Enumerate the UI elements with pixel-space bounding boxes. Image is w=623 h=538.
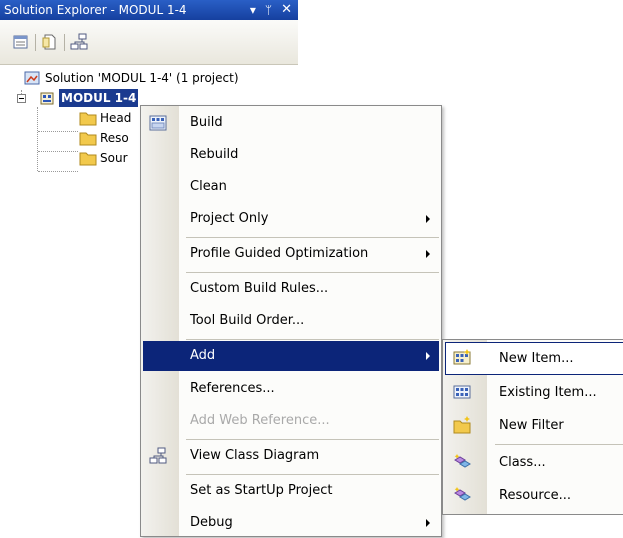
menu-item-label: Add Web Reference... bbox=[190, 413, 330, 428]
menu-item-label: Tool Build Order... bbox=[190, 313, 305, 328]
tree-line bbox=[38, 151, 78, 152]
menu-item-label: Custom Build Rules... bbox=[190, 281, 329, 296]
menu-separator bbox=[186, 474, 439, 475]
menu-item-tool-build-order[interactable]: Tool Build Order... bbox=[143, 306, 439, 336]
toolbar-separator bbox=[64, 34, 65, 51]
folder-icon bbox=[79, 150, 97, 166]
menu-item-custom-build-rules[interactable]: Custom Build Rules... bbox=[143, 274, 439, 304]
class-diagram-icon bbox=[149, 447, 167, 465]
title-bar: Solution Explorer - MODUL 1-4 ▾ ᛘ ✕ bbox=[0, 0, 298, 20]
project-label: MODUL 1-4 bbox=[59, 89, 139, 107]
show-all-files-icon[interactable] bbox=[41, 33, 59, 51]
submenu-arrow-icon bbox=[426, 352, 430, 360]
add-submenu: New Item... Existing Item... New Filter bbox=[442, 339, 623, 515]
submenu-item-new-item[interactable]: New Item... bbox=[445, 342, 623, 375]
menu-item-references[interactable]: References... bbox=[143, 374, 439, 404]
menu-item-label: Project Only bbox=[190, 211, 269, 226]
submenu-item-label: Resource... bbox=[499, 488, 572, 503]
menu-separator bbox=[186, 439, 439, 440]
submenu-item-new-filter[interactable]: New Filter bbox=[445, 409, 623, 442]
menu-item-view-class-diagram[interactable]: View Class Diagram bbox=[143, 441, 439, 471]
menu-separator bbox=[186, 272, 439, 273]
toolbar-separator bbox=[35, 34, 36, 51]
new-item-icon bbox=[453, 349, 471, 367]
menu-item-label: Rebuild bbox=[190, 147, 239, 162]
folder-label: Sour bbox=[100, 151, 128, 165]
tree-line bbox=[37, 107, 38, 171]
menu-item-clean[interactable]: Clean bbox=[143, 172, 439, 202]
menu-separator bbox=[186, 339, 439, 340]
solution-label: Solution 'MODUL 1-4' (1 project) bbox=[45, 71, 239, 85]
menu-item-label: Set as StartUp Project bbox=[190, 483, 333, 498]
menu-item-profile-guided-optimization[interactable]: Profile Guided Optimization bbox=[143, 239, 439, 269]
new-filter-icon bbox=[453, 416, 471, 434]
pin-icon[interactable]: ᛘ bbox=[265, 0, 272, 20]
toolbar bbox=[0, 20, 298, 65]
submenu-separator bbox=[495, 444, 623, 445]
menu-item-project-only[interactable]: Project Only bbox=[143, 204, 439, 234]
existing-item-icon bbox=[453, 383, 471, 401]
collapse-toggle[interactable] bbox=[17, 94, 26, 103]
submenu-arrow-icon bbox=[426, 215, 430, 223]
submenu-item-label: Class... bbox=[499, 455, 546, 470]
menu-item-label: Add bbox=[190, 348, 216, 363]
build-icon bbox=[149, 114, 167, 132]
submenu-item-class[interactable]: Class... bbox=[445, 446, 623, 479]
submenu-arrow-icon bbox=[426, 250, 430, 258]
project-icon bbox=[39, 90, 55, 106]
folder-icon bbox=[79, 110, 97, 126]
submenu-arrow-icon bbox=[426, 519, 430, 527]
solution-icon bbox=[24, 70, 40, 86]
menu-item-rebuild[interactable]: Rebuild bbox=[143, 140, 439, 170]
menu-item-debug[interactable]: Debug bbox=[143, 508, 439, 538]
resource-icon bbox=[453, 486, 471, 504]
submenu-item-label: New Filter bbox=[499, 418, 564, 433]
submenu-item-label: New Item... bbox=[499, 351, 574, 366]
menu-item-label: References... bbox=[190, 381, 275, 396]
menu-item-label: View Class Diagram bbox=[190, 448, 320, 463]
menu-item-build[interactable]: Build bbox=[143, 108, 439, 138]
close-icon[interactable]: ✕ bbox=[281, 0, 292, 20]
properties-icon[interactable] bbox=[12, 33, 30, 51]
menu-item-add-web-reference: Add Web Reference... bbox=[143, 406, 439, 436]
view-class-diagram-icon[interactable] bbox=[70, 33, 88, 51]
menu-item-label: Clean bbox=[190, 179, 227, 194]
window-title: Solution Explorer - MODUL 1-4 bbox=[4, 3, 187, 17]
folder-label: Reso bbox=[100, 131, 129, 145]
title-controls: ▾ ᛘ ✕ bbox=[250, 0, 292, 20]
project-context-menu: Build Rebuild Clean Project Only Profile… bbox=[140, 105, 442, 537]
menu-item-label: Debug bbox=[190, 515, 233, 530]
tree-line bbox=[38, 171, 78, 172]
submenu-item-existing-item[interactable]: Existing Item... bbox=[445, 376, 623, 409]
submenu-item-resource[interactable]: Resource... bbox=[445, 479, 623, 512]
tree-line bbox=[38, 131, 78, 132]
submenu-item-label: Existing Item... bbox=[499, 385, 597, 400]
menu-item-add[interactable]: Add bbox=[143, 341, 439, 371]
menu-item-label: Profile Guided Optimization bbox=[190, 246, 369, 261]
menu-item-label: Build bbox=[190, 115, 223, 130]
class-wizard-icon bbox=[453, 453, 471, 471]
menu-separator bbox=[186, 237, 439, 238]
menu-item-set-as-startup-project[interactable]: Set as StartUp Project bbox=[143, 476, 439, 506]
folder-icon bbox=[79, 130, 97, 146]
folder-label: Head bbox=[100, 111, 132, 125]
dropdown-icon[interactable]: ▾ bbox=[250, 0, 256, 20]
